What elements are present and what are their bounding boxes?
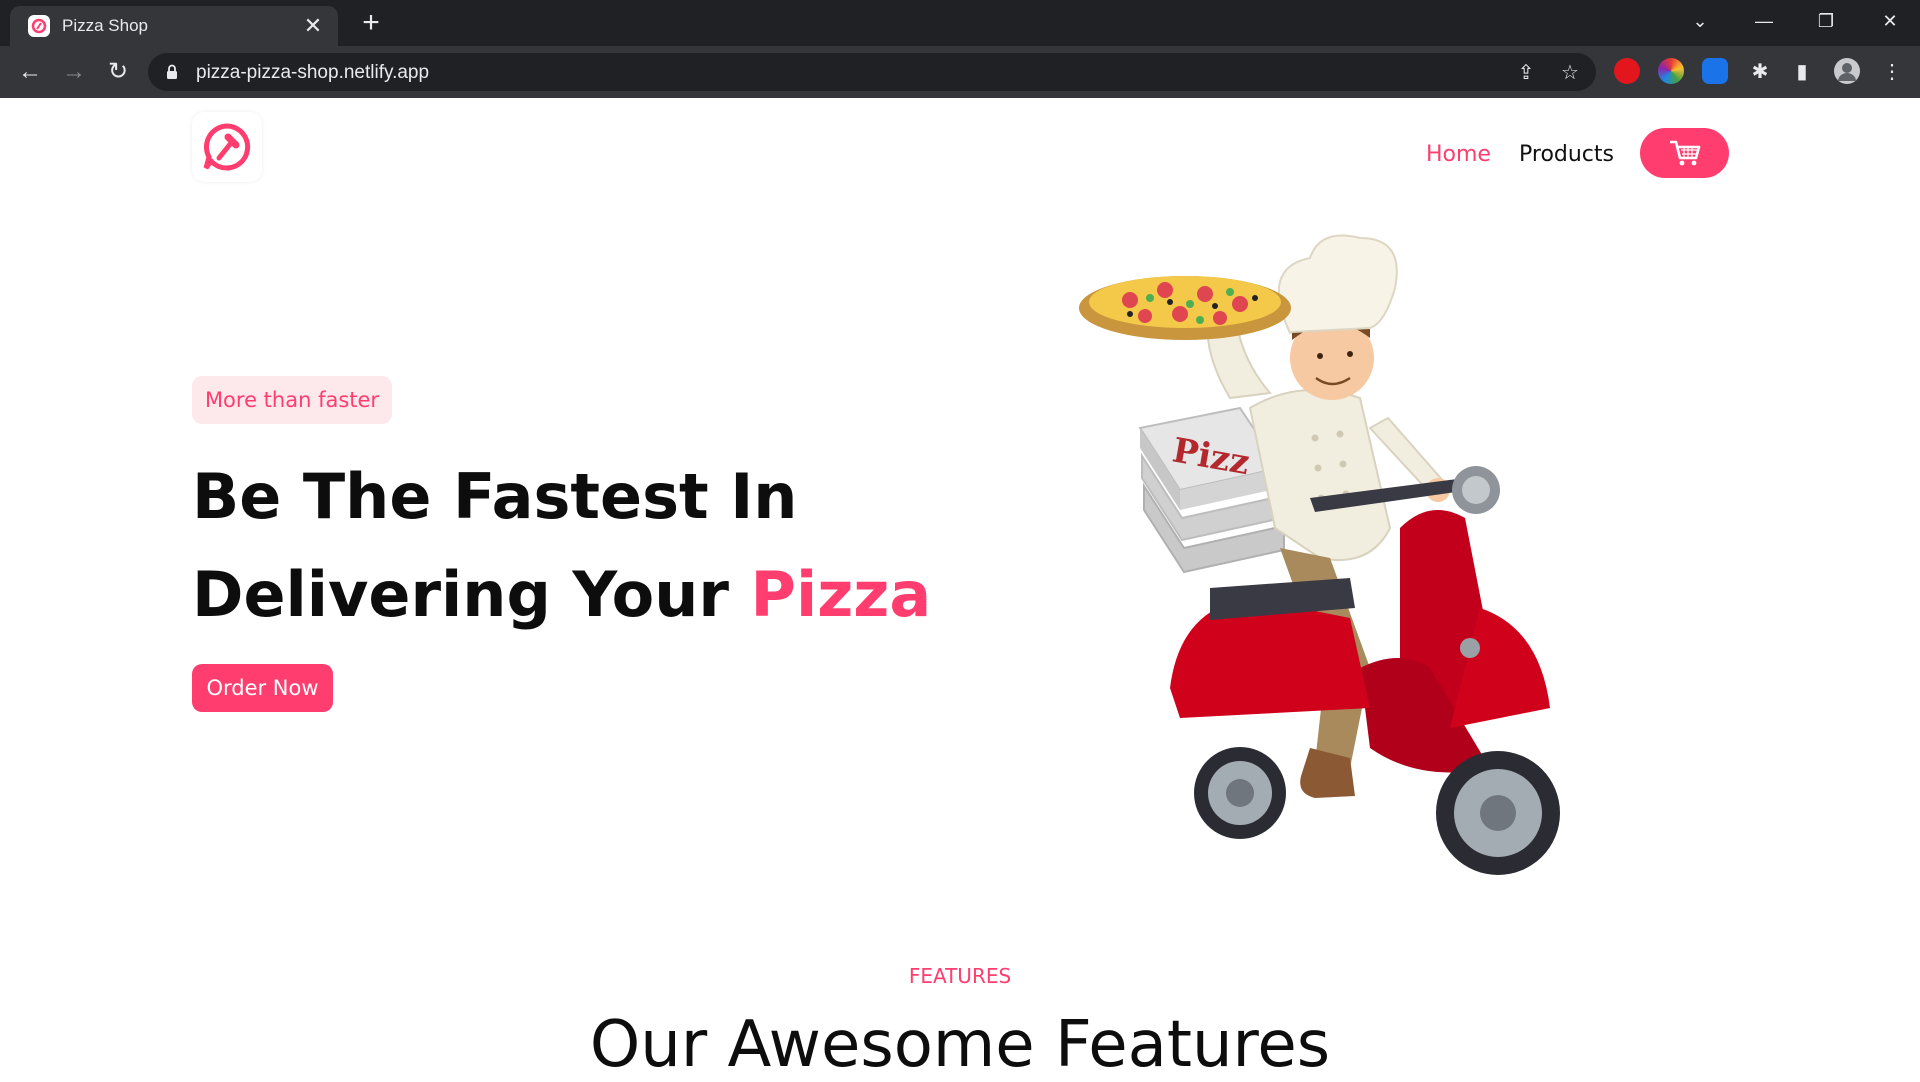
web-page: Home Products More than faster Be The Fa… — [0, 98, 1920, 1082]
cart-button[interactable] — [1640, 128, 1729, 178]
browser-tab-strip: Pizza Shop ✕ + ⌄ — ❐ ✕ — [0, 0, 1920, 46]
features-section-title: Our Awesome Features — [589, 1008, 1331, 1082]
hero-headline-text: Delivering Your — [192, 558, 751, 631]
new-tab-button[interactable]: + — [356, 8, 386, 39]
features-section-label: FEATURES — [908, 964, 1012, 988]
hero-headline-line-2: Delivering Your Pizza — [192, 558, 931, 631]
tab-close-icon[interactable]: ✕ — [300, 13, 326, 39]
chrome-menu-icon[interactable]: ⋮ — [1878, 58, 1906, 86]
blue-extension-icon[interactable] — [1702, 58, 1728, 84]
site-favicon-icon — [28, 15, 50, 37]
browser-tab[interactable]: Pizza Shop ✕ — [10, 6, 338, 46]
forward-icon[interactable]: → — [60, 58, 88, 86]
browser-toolbar: ← → ↻ pizza-pizza-shop.netlify.app ⇪ ☆ ✱… — [0, 46, 1920, 98]
lock-icon[interactable] — [166, 64, 178, 85]
close-window-icon[interactable]: ✕ — [1870, 6, 1910, 36]
extensions-puzzle-icon[interactable]: ✱ — [1746, 58, 1774, 86]
nav-home-link[interactable]: Home — [1426, 142, 1491, 167]
minimize-window-icon[interactable]: — — [1744, 6, 1784, 36]
address-bar[interactable]: pizza-pizza-shop.netlify.app ⇪ ☆ — [148, 53, 1596, 91]
pizza-graphic — [1079, 276, 1291, 340]
reload-icon[interactable]: ↻ — [104, 58, 132, 86]
back-icon[interactable]: ← — [16, 58, 44, 86]
adblock-extension-icon[interactable] — [1614, 58, 1640, 84]
shopping-cart-icon — [1669, 140, 1700, 166]
url-text[interactable]: pizza-pizza-shop.netlify.app — [196, 62, 429, 84]
hero-headline-accent: Pizza — [750, 558, 932, 631]
profile-avatar-icon[interactable] — [1834, 58, 1860, 84]
share-icon[interactable]: ⇪ — [1514, 61, 1538, 85]
fork-chat-logo-icon — [203, 123, 251, 171]
hero-headline-line-1: Be The Fastest In — [192, 460, 798, 533]
side-panel-icon[interactable]: ▮ — [1788, 58, 1816, 86]
tab-title: Pizza Shop — [62, 16, 148, 35]
nav-products-link[interactable]: Products — [1519, 142, 1614, 167]
order-now-button[interactable]: Order Now — [192, 664, 333, 712]
color-picker-extension-icon[interactable] — [1658, 58, 1684, 84]
site-logo[interactable] — [192, 112, 262, 182]
restore-window-icon[interactable]: ❐ — [1806, 6, 1846, 36]
pizza-delivery-scooter-illustration: Pizz — [1079, 234, 1560, 875]
tab-search-icon[interactable]: ⌄ — [1680, 6, 1720, 36]
hero-badge: More than faster — [192, 376, 392, 424]
bookmark-star-icon[interactable]: ☆ — [1558, 61, 1582, 85]
